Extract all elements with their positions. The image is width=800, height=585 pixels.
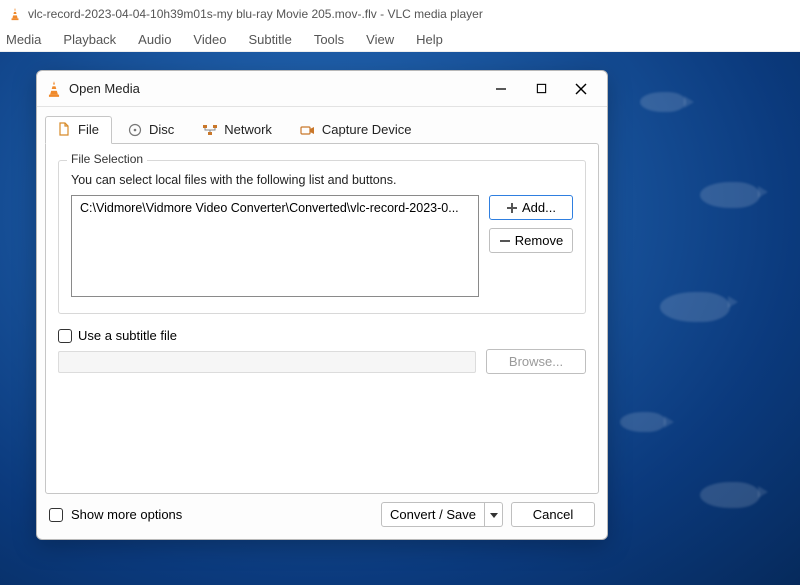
tab-file[interactable]: File xyxy=(45,116,112,144)
fish-decoration xyxy=(660,292,730,322)
app-titlebar: vlc-record-2023-04-04-10h39m01s-my blu-r… xyxy=(0,0,800,28)
fish-decoration xyxy=(700,482,760,508)
use-subtitle-row: Use a subtitle file xyxy=(58,328,586,343)
minus-icon xyxy=(499,235,511,247)
open-media-dialog: Open Media File Disc N xyxy=(36,70,608,540)
show-more-checkbox[interactable] xyxy=(49,508,63,522)
dialog-title: Open Media xyxy=(69,81,140,96)
remove-button[interactable]: Remove xyxy=(489,228,573,253)
list-item[interactable]: C:\Vidmore\Vidmore Video Converter\Conve… xyxy=(78,200,472,216)
menu-subtitle[interactable]: Subtitle xyxy=(248,32,291,47)
tab-label: File xyxy=(78,122,99,137)
use-subtitle-label: Use a subtitle file xyxy=(78,328,177,343)
browse-button: Browse... xyxy=(486,349,586,374)
menu-media[interactable]: Media xyxy=(6,32,41,47)
convert-save-button[interactable]: Convert / Save xyxy=(381,502,485,527)
menu-video[interactable]: Video xyxy=(193,32,226,47)
dialog-footer: Show more options Convert / Save Cancel xyxy=(37,494,607,539)
file-icon xyxy=(56,121,72,137)
maximize-button[interactable] xyxy=(521,75,561,103)
add-label: Add... xyxy=(522,200,556,215)
plus-icon xyxy=(506,202,518,214)
tab-disc[interactable]: Disc xyxy=(116,116,187,144)
convert-save-dropdown[interactable] xyxy=(485,502,503,527)
file-list[interactable]: C:\Vidmore\Vidmore Video Converter\Conve… xyxy=(71,195,479,297)
tab-label: Disc xyxy=(149,122,174,137)
fish-decoration xyxy=(700,182,760,208)
tab-panel-file: File Selection You can select local file… xyxy=(45,143,599,494)
menu-view[interactable]: View xyxy=(366,32,394,47)
disc-icon xyxy=(127,122,143,138)
subtitle-path-field xyxy=(58,351,476,373)
tab-label: Capture Device xyxy=(322,122,412,137)
remove-label: Remove xyxy=(515,233,563,248)
add-button[interactable]: Add... xyxy=(489,195,573,220)
menu-tools[interactable]: Tools xyxy=(314,32,344,47)
use-subtitle-checkbox[interactable] xyxy=(58,329,72,343)
menu-playback[interactable]: Playback xyxy=(63,32,116,47)
dialog-titlebar: Open Media xyxy=(37,71,607,107)
capture-icon xyxy=(300,122,316,138)
show-more-label: Show more options xyxy=(71,507,182,522)
tab-label: Network xyxy=(224,122,272,137)
fish-decoration xyxy=(620,412,666,432)
tab-network[interactable]: Network xyxy=(191,116,285,144)
tab-capture[interactable]: Capture Device xyxy=(289,116,425,144)
minimize-button[interactable] xyxy=(481,75,521,103)
vlc-cone-icon xyxy=(45,80,63,98)
vlc-cone-icon xyxy=(8,7,22,21)
menubar: Media Playback Audio Video Subtitle Tool… xyxy=(0,28,800,52)
tabs: File Disc Network Capture Device xyxy=(37,107,607,143)
file-selection-group: File Selection You can select local file… xyxy=(58,160,586,314)
menu-audio[interactable]: Audio xyxy=(138,32,171,47)
cancel-button[interactable]: Cancel xyxy=(511,502,595,527)
app-title: vlc-record-2023-04-04-10h39m01s-my blu-r… xyxy=(28,7,483,21)
browse-label: Browse... xyxy=(509,354,563,369)
convert-save-label: Convert / Save xyxy=(390,507,476,522)
chevron-down-icon xyxy=(490,511,498,519)
file-selection-hint: You can select local files with the foll… xyxy=(71,173,573,187)
convert-save-splitbutton[interactable]: Convert / Save xyxy=(381,502,503,527)
close-button[interactable] xyxy=(561,75,601,103)
group-legend: File Selection xyxy=(67,152,147,166)
menu-help[interactable]: Help xyxy=(416,32,443,47)
cancel-label: Cancel xyxy=(533,507,573,522)
fish-decoration xyxy=(640,92,686,112)
network-icon xyxy=(202,122,218,138)
